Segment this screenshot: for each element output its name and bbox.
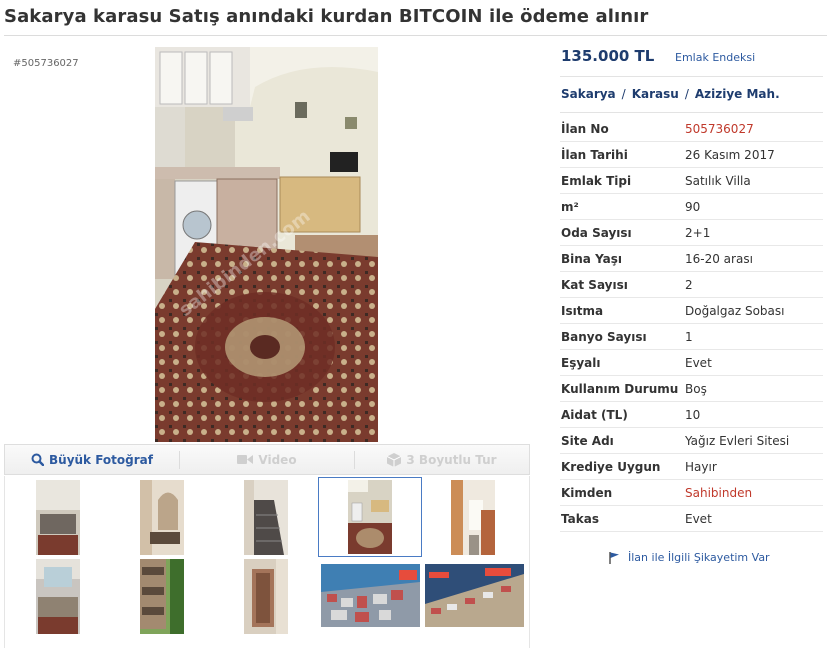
price: 135.000 TL bbox=[561, 47, 655, 65]
3d-tour-label: 3 Boyutlu Tur bbox=[406, 452, 497, 467]
breadcrumb-separator: / bbox=[684, 87, 689, 101]
detail-label: Kimden bbox=[561, 485, 613, 500]
detail-label: Takas bbox=[561, 511, 599, 526]
detail-label: Krediye Uygun bbox=[561, 459, 661, 474]
detail-row: Eşyalı Evet bbox=[560, 350, 823, 376]
location-breadcrumb: Sakarya / Karasu / Aziziye Mah. bbox=[561, 87, 780, 101]
detail-label: İlan Tarihi bbox=[561, 147, 628, 162]
detail-value: 505736027 bbox=[685, 121, 754, 136]
detail-label: Oda Sayısı bbox=[561, 225, 632, 240]
detail-label: Aidat (TL) bbox=[561, 407, 628, 422]
thumbnail-3[interactable] bbox=[244, 480, 288, 555]
divider bbox=[560, 112, 823, 113]
main-photo[interactable]: sahibinden.com bbox=[155, 47, 378, 442]
detail-label: İlan No bbox=[561, 121, 609, 136]
complaint-label: İlan ile İlgili Şikayetim Var bbox=[628, 551, 770, 564]
detail-value: 90 bbox=[685, 199, 701, 214]
detail-label: Kat Sayısı bbox=[561, 277, 628, 292]
detail-row: Krediye Uygun Hayır bbox=[560, 454, 823, 480]
detail-label: Emlak Tipi bbox=[561, 173, 632, 188]
thumbnail-10-map[interactable] bbox=[425, 564, 524, 627]
detail-value: 2+1 bbox=[685, 225, 711, 240]
detail-label: m² bbox=[561, 199, 579, 214]
detail-row: Kat Sayısı 2 bbox=[560, 272, 823, 298]
thumbnail-5[interactable] bbox=[451, 480, 495, 555]
photo-toolbar: Büyük Fotoğraf Video 3 Boyutlu Tur bbox=[4, 444, 530, 475]
detail-row: Site Adı Yağız Evleri Sitesi bbox=[560, 428, 823, 454]
magnifier-icon bbox=[31, 453, 44, 466]
video-button[interactable]: Video bbox=[180, 445, 354, 474]
3d-tour-button[interactable]: 3 Boyutlu Tur bbox=[355, 445, 529, 474]
breadcrumb-city[interactable]: Sakarya bbox=[561, 87, 616, 101]
thumbnail-2[interactable] bbox=[140, 480, 184, 555]
detail-row: İlan No 505736027 bbox=[560, 116, 823, 142]
detail-label: Eşyalı bbox=[561, 355, 601, 370]
video-camera-icon bbox=[237, 454, 254, 465]
detail-value: Yağız Evleri Sitesi bbox=[685, 433, 790, 448]
thumbnail-4-selected[interactable] bbox=[318, 477, 422, 557]
thumbnail-7[interactable] bbox=[140, 559, 184, 634]
detail-row: Kullanım Durumu Boş bbox=[560, 376, 823, 402]
thumbnail-8[interactable] bbox=[244, 559, 288, 634]
detail-value: Boş bbox=[685, 381, 707, 396]
detail-value: 26 Kasım 2017 bbox=[685, 147, 775, 162]
breadcrumb-district[interactable]: Karasu bbox=[632, 87, 679, 101]
listing-title: Sakarya karasu Satış anındaki kurdan BIT… bbox=[4, 6, 827, 36]
detail-row: Emlak Tipi Satılık Villa bbox=[560, 168, 823, 194]
large-photo-label: Büyük Fotoğraf bbox=[49, 452, 153, 467]
detail-value: Sahibinden bbox=[685, 485, 753, 500]
detail-row: Oda Sayısı 2+1 bbox=[560, 220, 823, 246]
thumbnail-6[interactable] bbox=[36, 559, 80, 634]
complaint-link[interactable]: İlan ile İlgili Şikayetim Var bbox=[609, 551, 770, 564]
detail-label: Bina Yaşı bbox=[561, 251, 623, 266]
detail-value: 16-20 arası bbox=[685, 251, 753, 266]
detail-value: 1 bbox=[685, 329, 693, 344]
detail-value: 2 bbox=[685, 277, 693, 292]
thumbnail-1[interactable] bbox=[36, 480, 80, 555]
breadcrumb-neighborhood[interactable]: Aziziye Mah. bbox=[695, 87, 780, 101]
detail-value: 10 bbox=[685, 407, 701, 422]
detail-row: Bina Yaşı 16-20 arası bbox=[560, 246, 823, 272]
detail-row: İlan Tarihi 26 Kasım 2017 bbox=[560, 142, 823, 168]
listing-id-label: #505736027 bbox=[13, 58, 79, 69]
detail-label: Kullanım Durumu bbox=[561, 381, 679, 396]
detail-row: m² 90 bbox=[560, 194, 823, 220]
detail-value: Evet bbox=[685, 355, 712, 370]
detail-value: Hayır bbox=[685, 459, 717, 474]
breadcrumb-separator: / bbox=[621, 87, 626, 101]
detail-row: Kimden Sahibinden bbox=[560, 480, 823, 506]
detail-label: Banyo Sayısı bbox=[561, 329, 647, 344]
thumbnail-9-map[interactable] bbox=[321, 564, 420, 627]
detail-row: Aidat (TL) 10 bbox=[560, 402, 823, 428]
detail-value: Satılık Villa bbox=[685, 173, 751, 188]
detail-label: Site Adı bbox=[561, 433, 614, 448]
large-photo-button[interactable]: Büyük Fotoğraf bbox=[5, 445, 179, 474]
video-label: Video bbox=[258, 452, 297, 467]
divider bbox=[560, 76, 823, 77]
detail-row: Isıtma Doğalgaz Sobası bbox=[560, 298, 823, 324]
detail-row: Banyo Sayısı 1 bbox=[560, 324, 823, 350]
cube-icon bbox=[387, 452, 402, 467]
detail-label: Isıtma bbox=[561, 303, 604, 318]
flag-icon bbox=[609, 551, 620, 564]
listing-details-table: İlan No 505736027 İlan Tarihi 26 Kasım 2017… bbox=[560, 116, 823, 532]
detail-row: Takas Evet bbox=[560, 506, 823, 532]
emlak-endeksi-link[interactable]: Emlak Endeksi bbox=[675, 51, 755, 64]
thumbnail-grid bbox=[4, 476, 530, 648]
detail-value: Doğalgaz Sobası bbox=[685, 303, 785, 318]
detail-value: Evet bbox=[685, 511, 712, 526]
